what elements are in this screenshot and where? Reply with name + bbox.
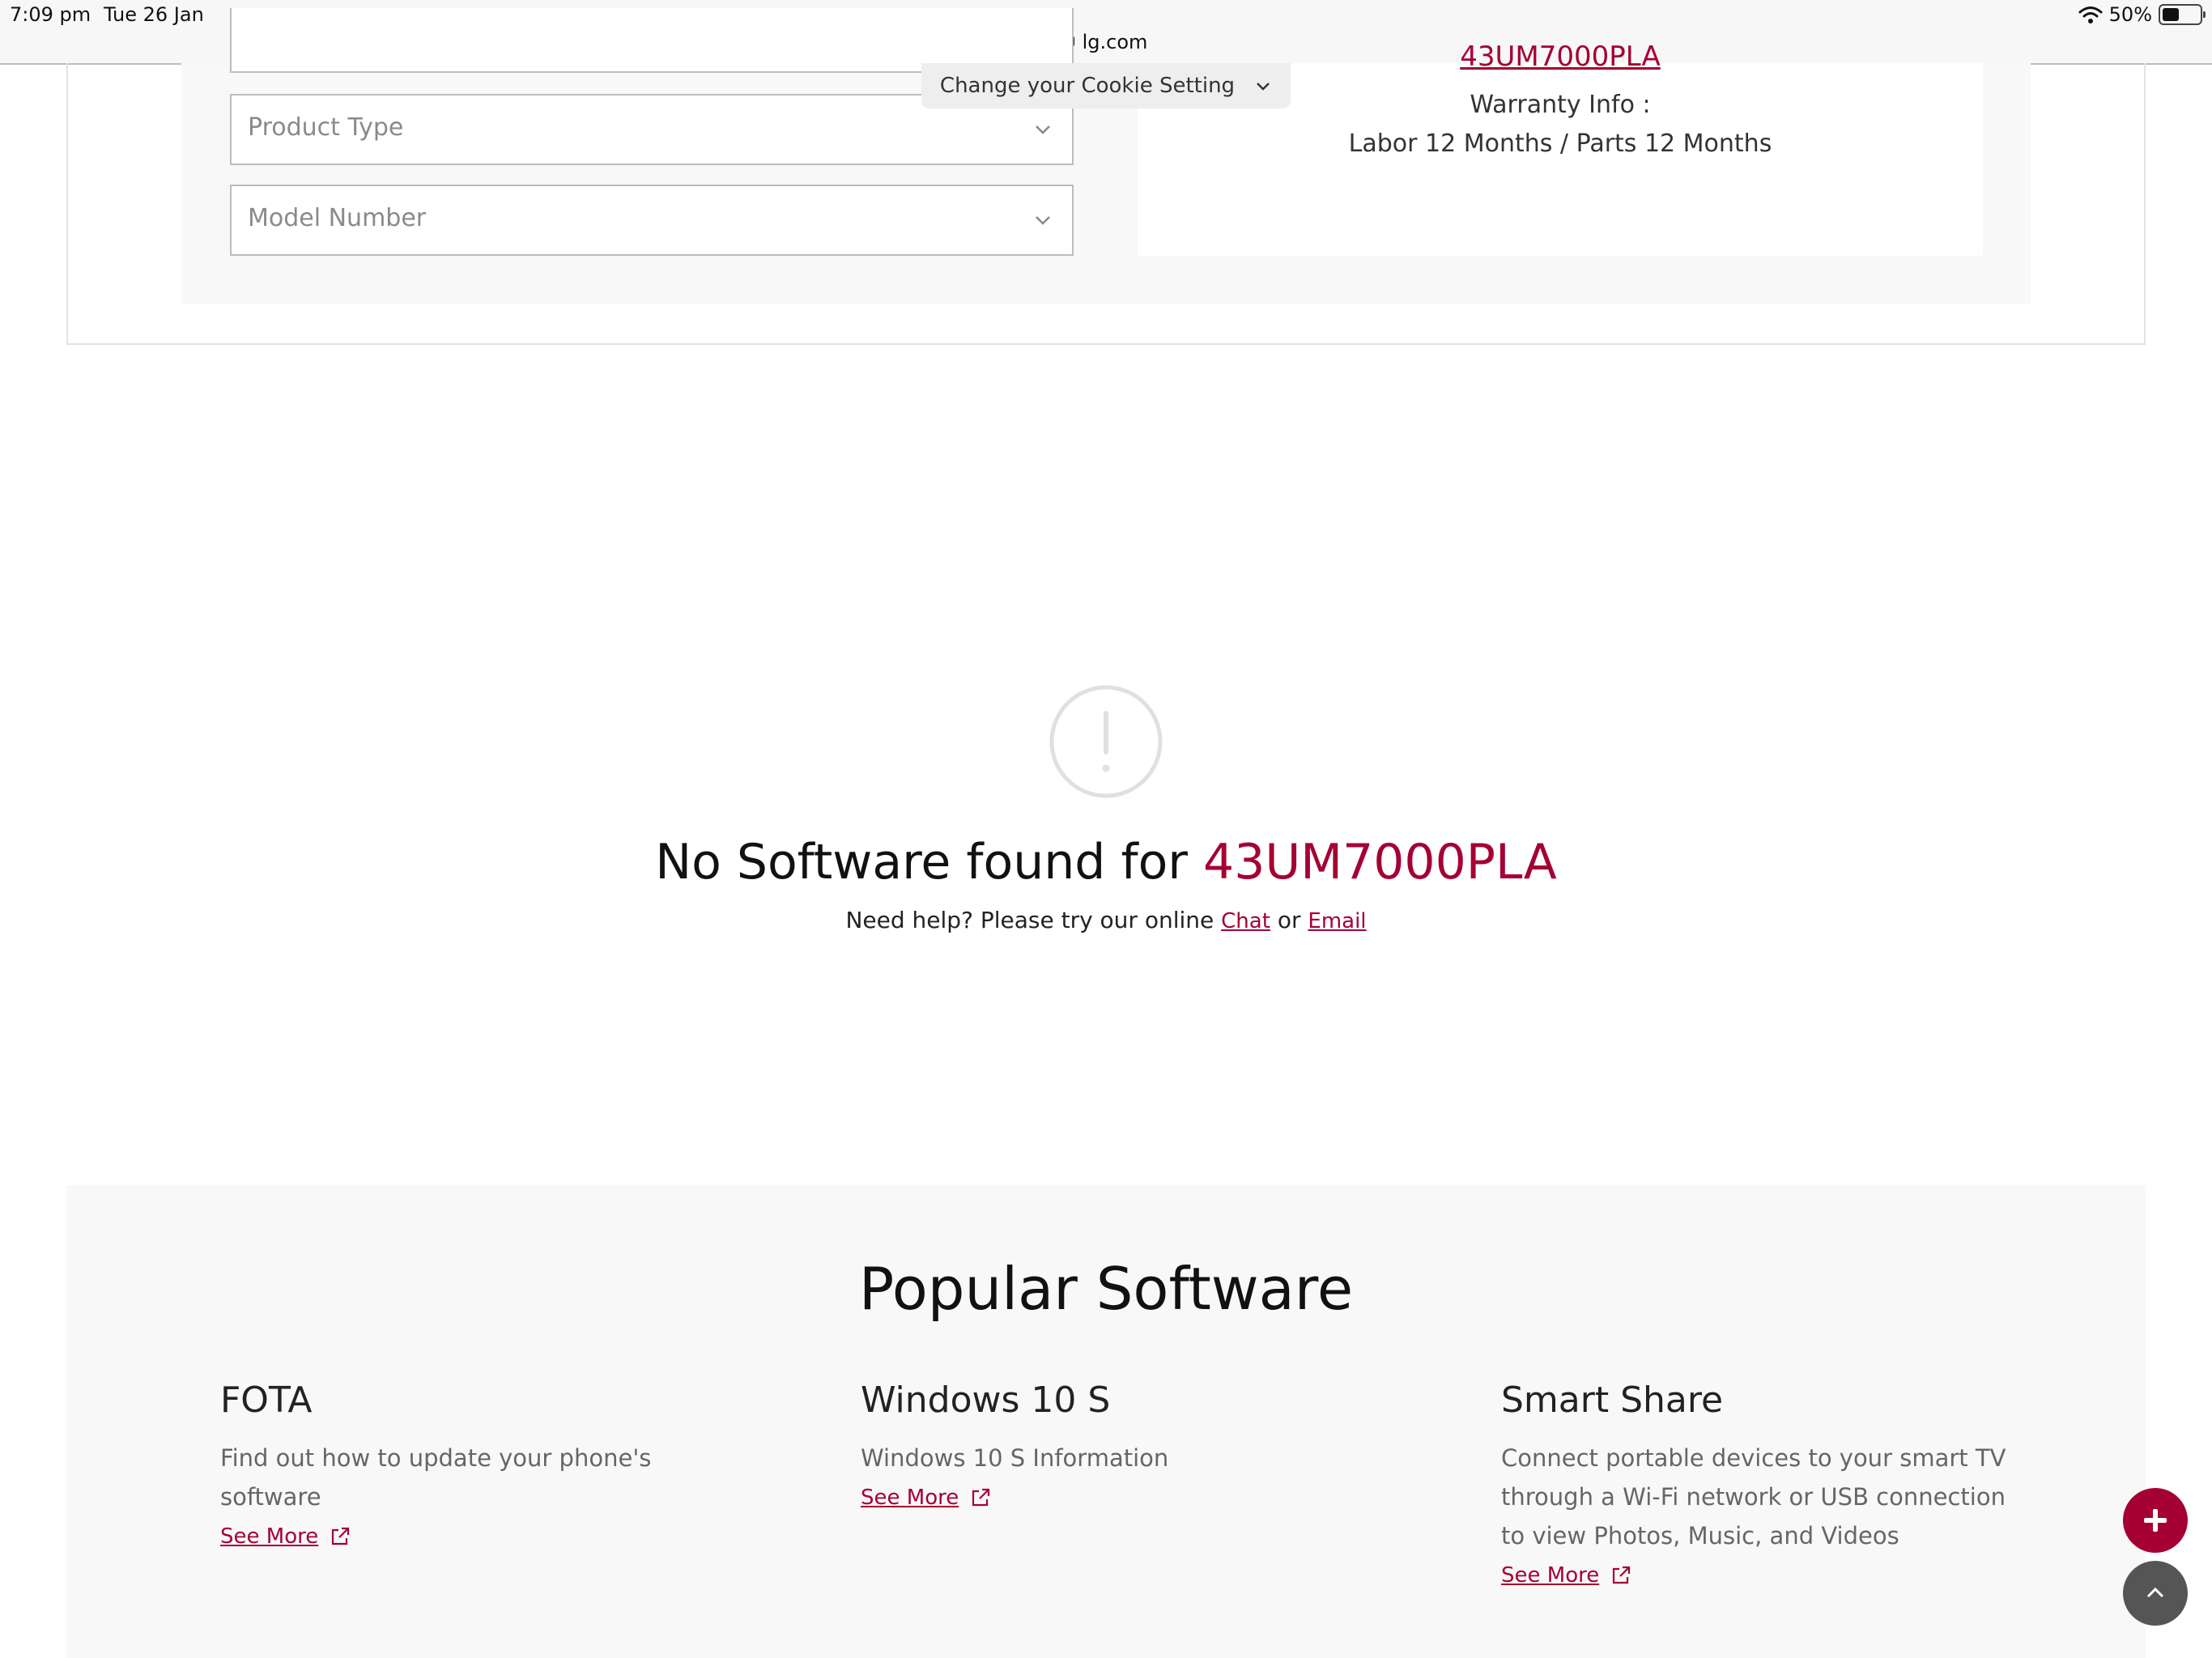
software-name: FOTA (220, 1380, 313, 1421)
chevron-down-icon (1257, 83, 1270, 91)
software-name: Smart Share (1501, 1380, 1724, 1421)
software-card-windows: Windows 10 S Windows 10 S Information Se… (861, 1380, 1379, 1510)
external-link-icon (972, 1488, 990, 1507)
chevron-down-icon (1036, 216, 1050, 225)
status-date: Tue 26 Jan (104, 3, 204, 26)
exclamation-circle-icon (1049, 685, 1163, 798)
email-link[interactable]: Email (1308, 909, 1366, 933)
plus-icon[interactable] (2123, 1488, 2188, 1553)
product-type-placeholder: Product Type (248, 113, 404, 142)
status-time: 7:09 pm (10, 3, 91, 26)
help-or: or (1277, 907, 1301, 933)
cookie-setting-label: Change your Cookie Setting (939, 74, 1236, 98)
software-card-smart-share: Smart Share Connect portable devices to … (1501, 1380, 2019, 1588)
external-link-icon (332, 1527, 350, 1545)
no-software-prefix: No Software found for (655, 834, 1188, 891)
popular-software-section: Popular Software FOTA Find out how to up… (66, 1185, 2146, 1658)
model-number-select[interactable]: Model Number (230, 185, 1074, 256)
see-more-link[interactable]: See More (861, 1486, 1379, 1510)
see-more-label: See More (1501, 1563, 1600, 1588)
cookie-setting-button[interactable]: Change your Cookie Setting (921, 63, 1291, 108)
software-name: Windows 10 S (861, 1380, 1111, 1421)
see-more-link[interactable]: See More (220, 1524, 738, 1549)
chevron-down-icon (1036, 125, 1050, 134)
no-software-model: 43UM7000PLA (1203, 834, 1557, 891)
external-link-icon (1613, 1566, 1631, 1584)
see-more-link[interactable]: See More (1501, 1563, 2019, 1588)
help-prefix: Need help? Please try our online (845, 907, 1214, 933)
scroll-to-top-button[interactable] (2123, 1561, 2188, 1626)
software-description: Find out how to update your phone's soft… (220, 1444, 652, 1511)
wifi-icon (2078, 6, 2103, 23)
help-line: Need help? Please try our online Chat or… (0, 907, 2212, 933)
model-number-placeholder: Model Number (248, 204, 427, 232)
battery-icon (2159, 4, 2206, 25)
warranty-detail: Labor 12 Months / Parts 12 Months (1348, 130, 1772, 158)
battery-percent: 50% (2108, 3, 2152, 26)
see-more-label: See More (861, 1486, 959, 1510)
software-description: Connect portable devices to your smart T… (1501, 1444, 2006, 1550)
popular-software-title: Popular Software (858, 1255, 1354, 1323)
chevron-up-icon (2146, 1587, 2164, 1598)
chat-link[interactable]: Chat (1221, 909, 1270, 933)
software-card-fota: FOTA Find out how to update your phone's… (220, 1380, 738, 1549)
software-description: Windows 10 S Information (861, 1444, 1169, 1472)
see-more-label: See More (220, 1524, 319, 1549)
no-software-title: No Software found for 43UM7000PLA (0, 834, 2212, 891)
status-indicators: 50% (2078, 3, 2206, 26)
